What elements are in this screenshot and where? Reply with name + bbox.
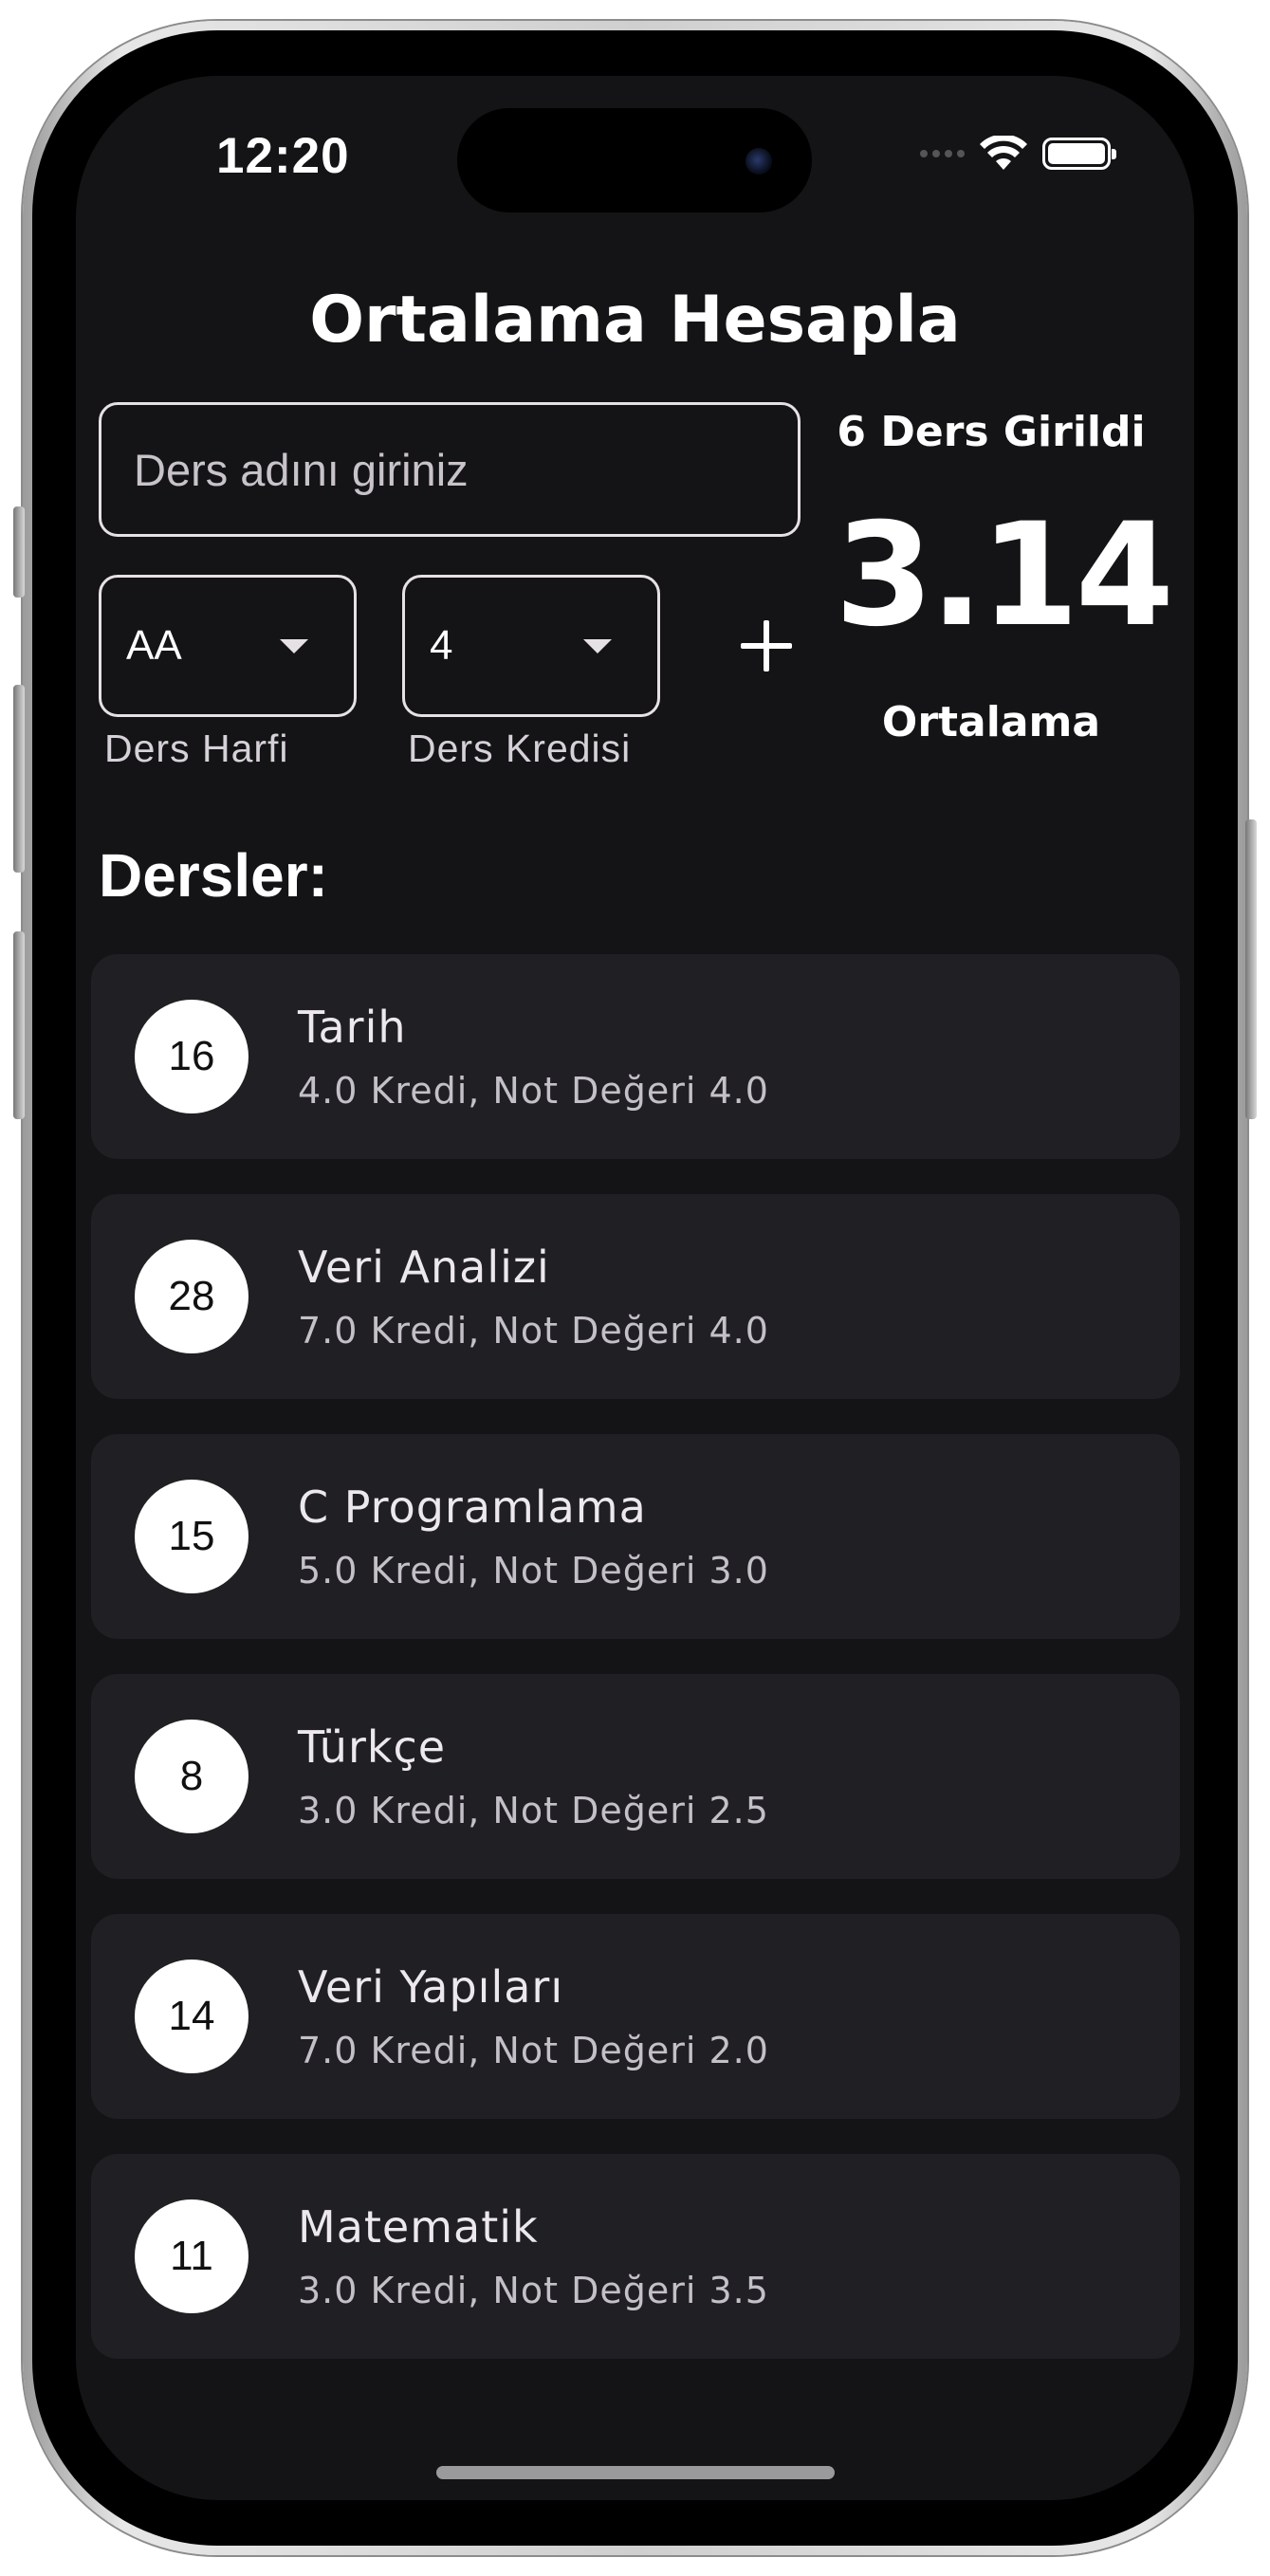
course-points-badge: 11 [135,2199,248,2313]
dropdown-arrow-icon [280,638,308,653]
list-item[interactable]: 8 Türkçe 3.0 Kredi, Not Değeri 2.5 [91,1674,1180,1879]
course-detail: 3.0 Kredi, Not Değeri 3.5 [298,2270,769,2311]
status-time: 12:20 [216,128,350,184]
front-camera-icon [745,148,772,175]
course-points-badge: 8 [135,1720,248,1833]
power-button [1245,819,1257,1119]
course-detail: 7.0 Kredi, Not Değeri 4.0 [298,1310,769,1352]
course-name: Matematik [298,2201,539,2253]
grade-letter-label: Ders Harfi [104,727,289,770]
list-item[interactable]: 15 C Programlama 5.0 Kredi, Not Değeri 3… [91,1434,1180,1639]
course-detail: 5.0 Kredi, Not Değeri 3.0 [298,1550,769,1592]
dropdown-arrow-icon [583,638,612,653]
course-points-badge: 14 [135,1960,248,2073]
course-points-badge: 28 [135,1240,248,1353]
dynamic-island [457,108,812,212]
list-item[interactable]: 28 Veri Analizi 7.0 Kredi, Not Değeri 4.… [91,1194,1180,1399]
wifi-icon [980,136,1027,170]
cellular-signal-icon [920,150,965,157]
course-name-input[interactable] [99,402,801,537]
grade-letter-dropdown[interactable]: AA [99,575,357,717]
courses-section-title: Dersler: [99,841,328,910]
home-indicator[interactable] [436,2466,835,2479]
course-detail: 3.0 Kredi, Not Değeri 2.5 [298,1790,769,1831]
volume-down-button [13,931,25,1119]
course-points-badge: 15 [135,1480,248,1593]
course-detail: 7.0 Kredi, Not Değeri 2.0 [298,2030,769,2071]
credit-dropdown[interactable]: 4 [402,575,660,717]
volume-up-button [13,685,25,873]
action-button [13,506,25,598]
page-title: Ortalama Hesapla [309,283,961,358]
course-name: Veri Yapıları [298,1961,564,2013]
course-name: Türkçe [298,1721,447,1773]
list-item[interactable]: 16 Tarih 4.0 Kredi, Not Değeri 4.0 [91,954,1180,1159]
course-points-badge: 16 [135,1000,248,1113]
list-item[interactable]: 11 Matematik 3.0 Kredi, Not Değeri 3.5 [91,2154,1180,2359]
course-detail: 4.0 Kredi, Not Değeri 4.0 [298,1070,769,1112]
list-item[interactable]: 14 Veri Yapıları 7.0 Kredi, Not Değeri 2… [91,1914,1180,2119]
course-count-text: 6 Ders Girildi [837,408,1146,456]
course-list: 16 Tarih 4.0 Kredi, Not Değeri 4.0 28 Ve… [91,954,1180,2394]
course-name: C Programlama [298,1481,647,1533]
status-icons [920,133,1116,175]
course-name: Veri Analizi [298,1242,550,1293]
grade-letter-value: AA [126,622,182,669]
credit-value: 4 [430,622,453,669]
app-screen: 12:20 Ortalama Hesapla AA Ders Harfi 4 D… [76,76,1194,2500]
course-name: Tarih [298,1002,407,1053]
average-label: Ortalama [881,698,1101,746]
credit-label: Ders Kredisi [408,727,632,770]
battery-icon [1042,138,1116,170]
average-value: 3.14 [835,493,1174,658]
add-course-button[interactable] [721,600,812,691]
